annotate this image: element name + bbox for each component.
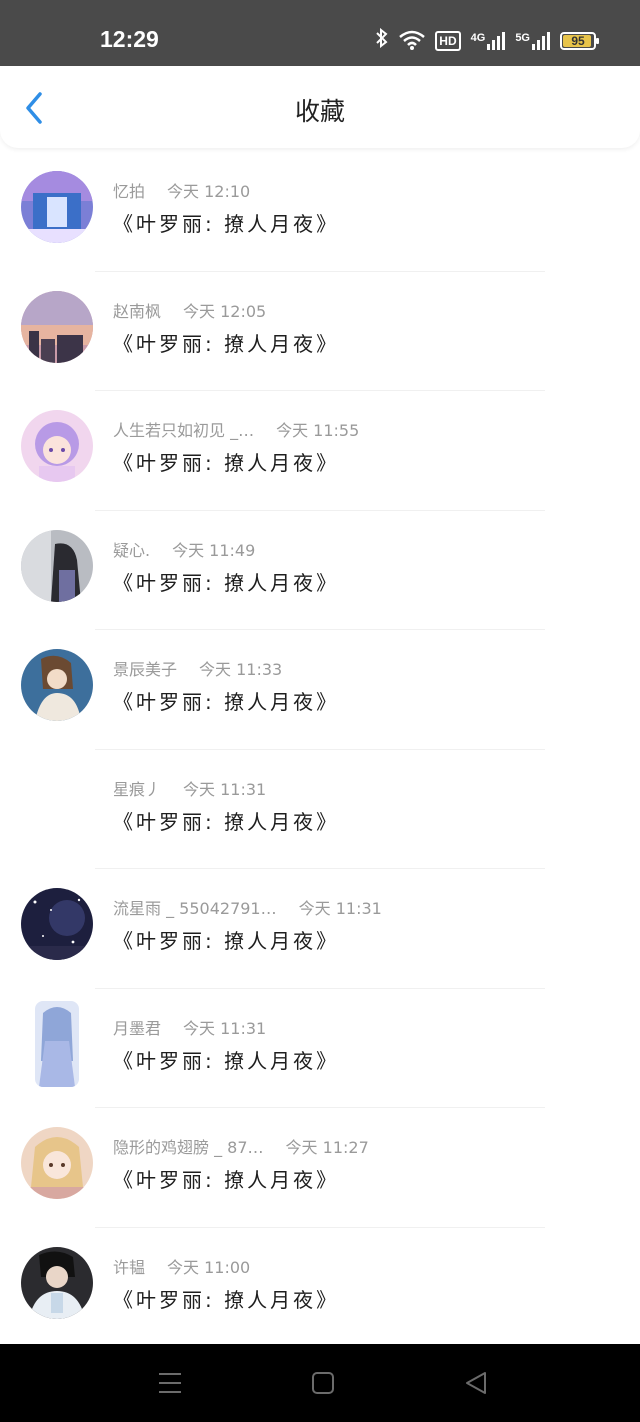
system-nav-bar xyxy=(0,1344,640,1422)
wifi-icon xyxy=(399,30,426,53)
item-user[interactable]: 流星雨 _ 55042791… xyxy=(113,895,277,919)
item-title[interactable]: 《叶罗丽: 撩人月夜》 xyxy=(113,328,339,357)
item-time: 今天 11:27 xyxy=(285,1138,369,1157)
item-user[interactable]: 景辰美子 xyxy=(113,656,177,680)
item-meta: 忆拍 今天 12:10 xyxy=(113,178,250,202)
avatar[interactable] xyxy=(21,171,93,243)
item-title[interactable]: 《叶罗丽: 撩人月夜》 xyxy=(113,567,339,596)
item-title[interactable]: 《叶罗丽: 撩人月夜》 xyxy=(113,208,339,237)
item-time: 今天 11:31 xyxy=(183,1018,267,1038)
list-item[interactable]: 隐形的鸡翅膀 _ 87… 今天 11:27 《叶罗丽: 撩人月夜》 xyxy=(0,1108,640,1228)
signal-5g-icon: 5G xyxy=(515,32,550,50)
item-time: 今天 11:31 xyxy=(183,779,267,799)
list-item[interactable]: 忆拍 今天 12:10 《叶罗丽: 撩人月夜》 xyxy=(0,152,640,272)
hd-badge: HD xyxy=(435,31,461,51)
avatar[interactable] xyxy=(35,1000,79,1087)
list-item[interactable]: 流星雨 _ 55042791… 今天 11:31 《叶罗丽: 撩人月夜》 xyxy=(0,869,640,989)
item-user[interactable]: 月墨君 xyxy=(113,1015,161,1039)
home-square-icon xyxy=(312,1372,334,1394)
page-title: 收藏 xyxy=(294,97,345,126)
item-user[interactable]: 疑心. xyxy=(113,537,150,561)
item-user[interactable]: 人生若只如初见 _… xyxy=(113,417,254,441)
home-button[interactable] xyxy=(310,1370,336,1396)
item-meta: 星痕丿 今天 11:31 xyxy=(113,776,266,800)
signal-4g-icon: 4G xyxy=(471,32,506,50)
item-time: 今天 12:10 xyxy=(167,182,251,201)
item-title[interactable]: 《叶罗丽: 撩人月夜》 xyxy=(113,925,339,954)
item-title[interactable]: 《叶罗丽: 撩人月夜》 xyxy=(113,806,339,835)
item-title[interactable]: 《叶罗丽: 撩人月夜》 xyxy=(113,686,339,715)
item-meta: 疑心. 今天 11:49 xyxy=(113,537,255,561)
avatar[interactable] xyxy=(21,649,93,721)
avatar[interactable] xyxy=(21,888,93,960)
battery-icon: 95 xyxy=(560,32,599,50)
item-title[interactable]: 《叶罗丽: 撩人月夜》 xyxy=(113,1164,339,1193)
avatar[interactable] xyxy=(21,290,93,363)
item-time: 今天 11:55 xyxy=(276,421,360,440)
item-title[interactable]: 《叶罗丽: 撩人月夜》 xyxy=(113,447,339,476)
item-meta: 月墨君 今天 11:31 xyxy=(113,1015,266,1039)
bluetooth-icon xyxy=(375,27,389,54)
avatar[interactable] xyxy=(21,1127,93,1199)
item-user[interactable]: 隐形的鸡翅膀 _ 87… xyxy=(113,1134,264,1158)
item-meta: 赵南枫 今天 12:05 xyxy=(113,298,266,322)
header: 收藏 xyxy=(0,66,640,148)
favorites-list: 忆拍 今天 12:10 《叶罗丽: 撩人月夜》 赵南枫 今天 12:05 《叶罗… xyxy=(0,152,640,1347)
item-time: 今天 11:33 xyxy=(199,660,283,679)
avatar[interactable] xyxy=(21,1246,93,1319)
list-item[interactable]: 许韫 今天 11:00 《叶罗丽: 撩人月夜》 xyxy=(0,1228,640,1348)
item-time: 今天 11:49 xyxy=(172,540,256,560)
list-item[interactable]: 景辰美子 今天 11:33 《叶罗丽: 撩人月夜》 xyxy=(0,630,640,750)
list-item[interactable]: 星痕丿 今天 11:31 《叶罗丽: 撩人月夜》 xyxy=(0,750,640,869)
back-triangle-icon xyxy=(466,1372,486,1394)
battery-level: 95 xyxy=(571,34,585,48)
item-user[interactable]: 许韫 xyxy=(113,1254,145,1278)
list-item[interactable]: 月墨君 今天 11:31 《叶罗丽: 撩人月夜》 xyxy=(0,989,640,1108)
list-item[interactable]: 人生若只如初见 _… 今天 11:55 《叶罗丽: 撩人月夜》 xyxy=(0,391,640,511)
item-meta: 隐形的鸡翅膀 _ 87… 今天 11:27 xyxy=(113,1134,369,1158)
item-title[interactable]: 《叶罗丽: 撩人月夜》 xyxy=(113,1284,339,1313)
item-meta: 许韫 今天 11:00 xyxy=(113,1254,250,1278)
list-item[interactable]: 赵南枫 今天 12:05 《叶罗丽: 撩人月夜》 xyxy=(0,272,640,391)
item-meta: 人生若只如初见 _… 今天 11:55 xyxy=(113,417,359,441)
item-meta: 流星雨 _ 55042791… 今天 11:31 xyxy=(113,895,382,919)
status-time: 12:29 xyxy=(100,26,159,52)
item-meta: 景辰美子 今天 11:33 xyxy=(113,656,282,680)
avatar[interactable] xyxy=(21,410,93,482)
item-user[interactable]: 赵南枫 xyxy=(113,298,161,322)
item-time: 今天 11:00 xyxy=(167,1257,251,1277)
status-icons: HD 4G 5G 95 xyxy=(375,27,599,54)
menu-icon xyxy=(159,1373,181,1393)
system-back-button[interactable] xyxy=(463,1370,489,1396)
item-time: 今天 12:05 xyxy=(183,301,267,321)
item-time: 今天 11:31 xyxy=(298,899,382,918)
item-title[interactable]: 《叶罗丽: 撩人月夜》 xyxy=(113,1045,339,1074)
menu-button[interactable] xyxy=(157,1370,183,1396)
item-user[interactable]: 星痕丿 xyxy=(113,776,161,800)
avatar[interactable] xyxy=(21,529,93,602)
status-bar: 12:29 HD 4G 5G 95 xyxy=(0,0,640,66)
list-item[interactable]: 疑心. 今天 11:49 《叶罗丽: 撩人月夜》 xyxy=(0,511,640,630)
item-user[interactable]: 忆拍 xyxy=(113,178,145,202)
